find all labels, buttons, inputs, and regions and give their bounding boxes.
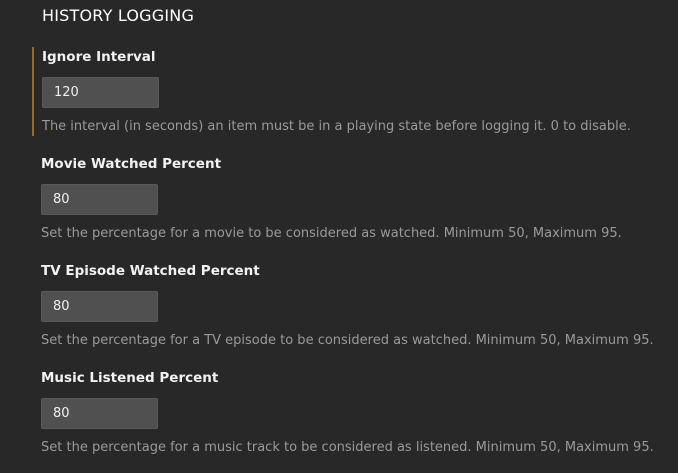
movie-watched-percent-label: Movie Watched Percent — [41, 156, 222, 172]
ignore-interval-label: Ignore Interval — [42, 49, 156, 65]
music-listened-percent-label: Music Listened Percent — [41, 370, 219, 386]
setting-movie-watched-percent: Movie Watched Percent Set the percentage… — [41, 154, 671, 243]
ignore-interval-input[interactable] — [42, 77, 159, 108]
ignore-interval-description: The interval (in seconds) an item must b… — [42, 119, 631, 134]
music-listened-percent-input[interactable] — [41, 398, 158, 429]
tv-episode-watched-percent-input[interactable] — [41, 291, 158, 322]
setting-ignore-interval: Ignore Interval The interval (in seconds… — [32, 47, 672, 136]
movie-watched-percent-input[interactable] — [41, 184, 158, 215]
tv-episode-watched-percent-description: Set the percentage for a TV episode to b… — [41, 333, 654, 348]
tv-episode-watched-percent-label: TV Episode Watched Percent — [41, 263, 260, 279]
setting-music-listened-percent: Music Listened Percent Set the percentag… — [41, 368, 671, 457]
movie-watched-percent-description: Set the percentage for a movie to be con… — [41, 226, 622, 241]
music-listened-percent-description: Set the percentage for a music track to … — [41, 440, 654, 455]
section-title: HISTORY LOGGING — [42, 6, 195, 25]
setting-tv-episode-watched-percent: TV Episode Watched Percent Set the perce… — [41, 261, 671, 350]
